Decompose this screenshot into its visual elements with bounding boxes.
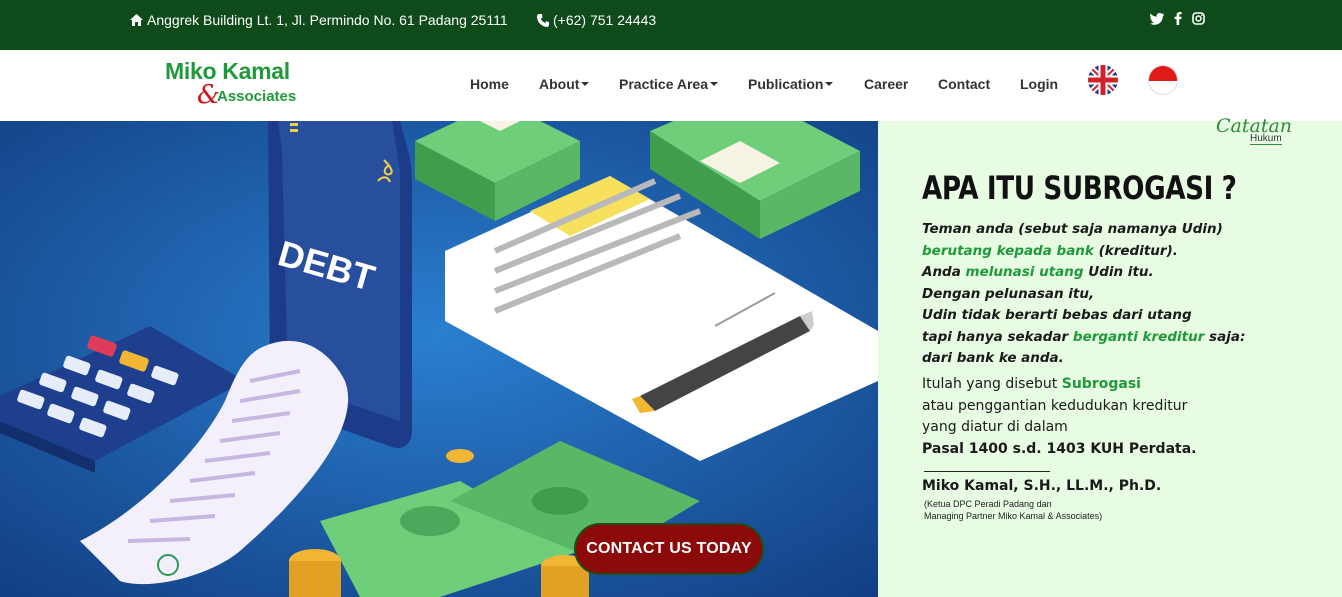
author-title-line: Managing Partner Miko Kamal & Associates…: [924, 511, 1103, 521]
indonesia-flag-icon[interactable]: [1148, 65, 1178, 95]
highlight-text: berganti kreditur: [1072, 328, 1205, 345]
address-info: Anggrek Building Lt. 1, Jl. Permindo No.…: [130, 12, 508, 28]
logo[interactable]: Miko Kamal & Associates: [165, 58, 310, 108]
text-line: yang diatur di dalam: [922, 419, 1068, 435]
author-title-line: (Ketua DPC Peradi Padang dan: [924, 499, 1052, 509]
nav-login-label: Login: [1020, 76, 1059, 92]
chevron-down-icon: [709, 82, 718, 86]
text-line: Pasal 1400 s.d. 1403 KUH Perdata.: [922, 440, 1197, 457]
definition-paragraph: Itulah yang disebut Subrogasi atau pengg…: [922, 374, 1196, 460]
top-bar: Anggrek Building Lt. 1, Jl. Permindo No.…: [0, 0, 1342, 50]
text-line: dari bank ke anda.: [922, 350, 1064, 366]
text-line: Udin tidak berarti bebas dari utang: [922, 307, 1192, 323]
chevron-down-icon: [825, 82, 834, 86]
nav-career-label: Career: [864, 76, 909, 92]
nav-career[interactable]: Career: [864, 76, 908, 92]
text-line: atau penggantian kedudukan kreditur: [922, 397, 1188, 414]
text-span: Itulah yang disebut: [922, 376, 1062, 392]
nav-login[interactable]: Login: [1020, 76, 1058, 92]
panel-title: APA ITU SUBROGASI ?: [922, 169, 1237, 207]
text-span: tapi hanya sekadar: [922, 328, 1073, 345]
highlight-text: melunasi utang: [965, 264, 1084, 280]
nav-home[interactable]: Home: [470, 76, 509, 92]
hukum-logo: Hukum: [1250, 133, 1282, 145]
phone-info: (+62) 751 24443: [537, 12, 656, 28]
author-title: (Ketua DPC Peradi Padang dan Managing Pa…: [924, 498, 1102, 522]
text-line: Anda melunasi utang Udin itu.: [922, 262, 1245, 284]
hero-banner: DEBT CONTACT US TODAY: [0, 121, 878, 597]
text-span: Anda: [922, 264, 966, 280]
text-span: saja:: [1204, 328, 1246, 345]
home-icon: [130, 14, 143, 26]
nav-publication[interactable]: Publication: [748, 76, 834, 92]
contact-us-button[interactable]: CONTACT US TODAY: [574, 523, 764, 575]
phone-icon: [537, 13, 549, 27]
site-header: Miko Kamal & Associates Home About Pract…: [0, 50, 1342, 121]
uk-flag-icon[interactable]: [1088, 65, 1118, 95]
text-span: Udin itu.: [1083, 264, 1154, 280]
text-line: tapi hanya sekadar berganti kreditur saj…: [922, 327, 1245, 349]
nav-publication-label: Publication: [748, 76, 824, 92]
logo-name: Miko Kamal: [165, 58, 290, 84]
logo-associates: Associates: [217, 88, 297, 105]
info-panel: Catatan Hukum APA ITU SUBROGASI ? Teman …: [878, 115, 1342, 597]
explanation-paragraph: Teman anda (sebut saja namanya Udin) ber…: [922, 219, 1245, 370]
nav-about-label: About: [539, 76, 580, 92]
text-span: (kreditur).: [1093, 242, 1178, 259]
divider: [924, 471, 1050, 472]
highlight-text: Subrogasi: [1061, 376, 1141, 392]
social-links: [1150, 12, 1205, 25]
nav-contact-label: Contact: [938, 76, 991, 92]
nav-practice-label: Practice Area: [619, 76, 708, 92]
nav-about[interactable]: About: [539, 76, 590, 92]
nav-contact[interactable]: Contact: [938, 76, 990, 92]
facebook-icon[interactable]: [1174, 12, 1182, 25]
text-line: berutang kepada bank (kreditur).: [922, 241, 1245, 263]
address-text: Anggrek Building Lt. 1, Jl. Permindo No.…: [147, 12, 508, 28]
text-line: Teman anda (sebut saja namanya Udin): [922, 221, 1223, 237]
phone-text: (+62) 751 24443: [553, 12, 657, 28]
nav-practice-area[interactable]: Practice Area: [619, 76, 718, 92]
author-signature: Miko Kamal, S.H., LL.M., Ph.D.: [922, 478, 1162, 494]
text-line: Itulah yang disebut Subrogasi: [922, 374, 1196, 396]
chevron-down-icon: [581, 82, 590, 86]
instagram-icon[interactable]: [1192, 12, 1205, 25]
text-line: Dengan pelunasan itu,: [922, 285, 1095, 302]
twitter-icon[interactable]: [1150, 12, 1164, 25]
highlight-text: berutang kepada bank: [922, 242, 1094, 259]
nav-home-label: Home: [470, 76, 509, 92]
